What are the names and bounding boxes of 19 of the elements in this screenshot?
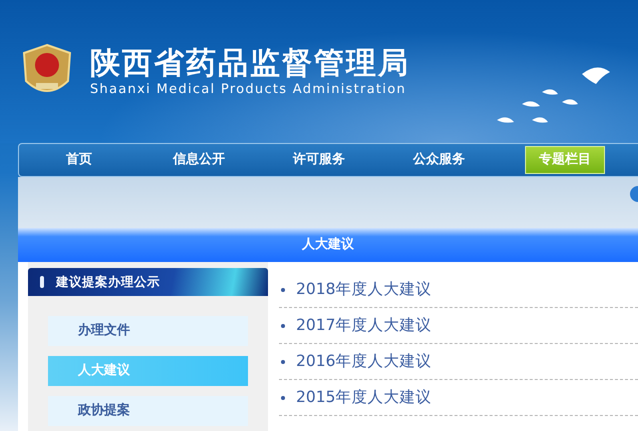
bullet-icon bbox=[281, 396, 285, 400]
sidebar-item[interactable]: 政协提案 bbox=[48, 396, 248, 426]
article-link[interactable]: 2015年度人大建议 bbox=[296, 386, 432, 410]
article-link[interactable]: 2018年度人大建议 bbox=[296, 278, 432, 302]
section-title: 人大建议 bbox=[302, 236, 354, 254]
site-subtitle: Shaanxi Medical Products Administration bbox=[90, 81, 408, 100]
bar-icon bbox=[40, 276, 44, 288]
sidebar-item[interactable]: 办理文件 bbox=[48, 316, 248, 346]
bullet-icon bbox=[281, 360, 285, 364]
sidebar-heading: 建议提案办理公示 bbox=[28, 268, 268, 296]
bullet-icon bbox=[281, 324, 285, 328]
nav-tab[interactable]: 信息公开 bbox=[139, 147, 259, 173]
nav-tab[interactable]: 许可服务 bbox=[259, 147, 379, 173]
nav-tab[interactable]: 公众服务 bbox=[379, 147, 499, 173]
site-title: 陕西省药品监督管理局 bbox=[90, 47, 410, 80]
article-link[interactable]: 2016年度人大建议 bbox=[296, 350, 432, 374]
nav-tab[interactable]: 首页 bbox=[19, 147, 139, 173]
bullet-icon bbox=[281, 288, 285, 292]
article-link[interactable]: 2017年度人大建议 bbox=[296, 314, 432, 338]
